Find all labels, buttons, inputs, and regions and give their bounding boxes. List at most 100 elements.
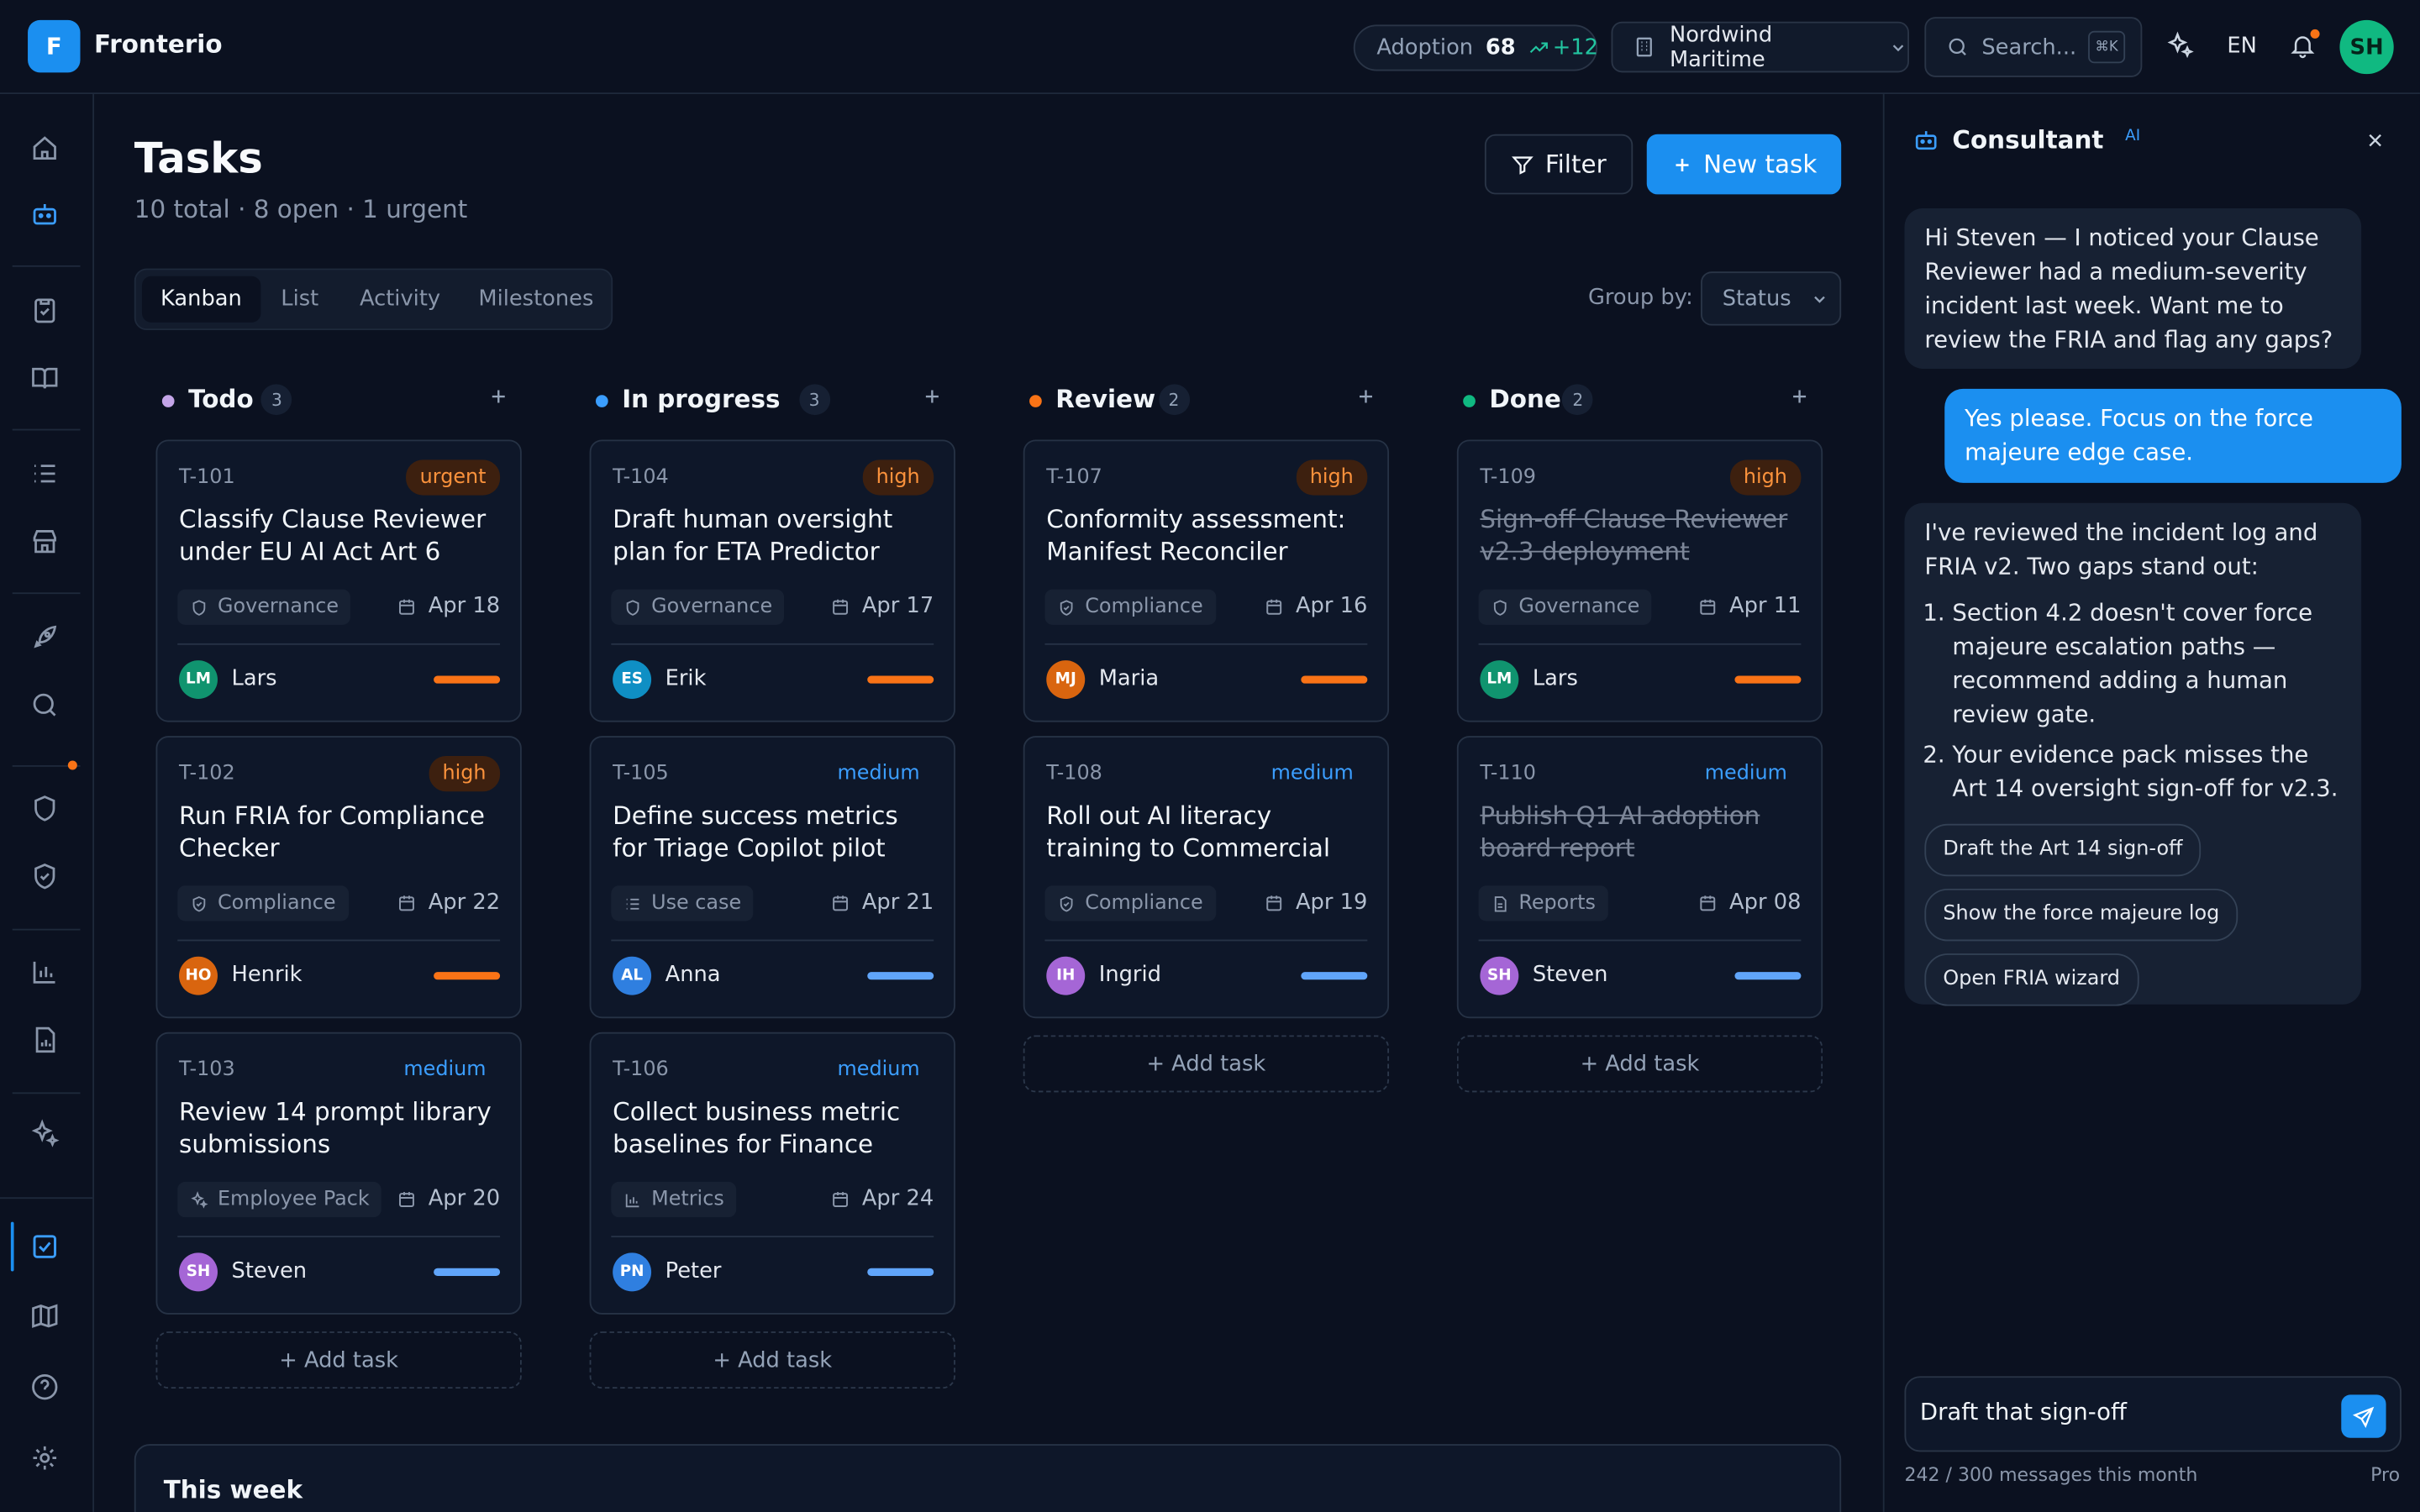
priority-bar <box>1301 675 1368 684</box>
column-header: In progress 3 <box>590 372 955 431</box>
consultant-header: Consultant AI <box>1885 94 2420 186</box>
search-shortcut: ⌘K <box>2088 30 2126 64</box>
owner-name: Steven <box>231 1258 308 1284</box>
task-tag-label: Metrics <box>651 1188 724 1211</box>
tab-milestones[interactable]: Milestones <box>478 270 593 328</box>
adoption-score-pill[interactable]: Adoption 68 +12 <box>1353 24 1598 71</box>
home-icon[interactable] <box>29 133 60 164</box>
avatar: LM <box>1480 660 1519 700</box>
new-task-label: New task <box>1703 150 1818 180</box>
list-icon[interactable] <box>29 458 60 489</box>
app-logo[interactable]: F <box>28 19 81 73</box>
language-switcher[interactable]: EN <box>2227 34 2256 58</box>
task-tag: Governance <box>177 589 351 625</box>
due-date-text: Apr 22 <box>428 890 501 916</box>
help-icon[interactable] <box>29 1372 60 1403</box>
sparkles-icon[interactable] <box>29 1119 60 1150</box>
add-icon[interactable] <box>1355 386 1377 407</box>
checkbox-icon[interactable] <box>29 1231 60 1263</box>
column-count: 2 <box>1562 384 1594 416</box>
suggestion-chip[interactable]: Draft the Art 14 sign-off <box>1924 823 2202 877</box>
file-report-icon[interactable] <box>29 1025 60 1056</box>
priority-bar <box>434 675 501 684</box>
task-card[interactable]: T-101 urgent Classify Clause Reviewer un… <box>155 439 522 722</box>
add-task-button[interactable]: + Add task <box>155 1331 522 1389</box>
chevron-down-icon <box>1893 44 1904 51</box>
task-id: T-105 <box>613 762 669 785</box>
suggestion-chip[interactable]: Open FRIA wizard <box>1924 953 2139 1006</box>
new-task-button[interactable]: New task <box>1646 134 1842 195</box>
adoption-delta: +12 <box>1528 35 1598 60</box>
this-week-section: This week <box>134 1444 1842 1512</box>
task-id: T-108 <box>1046 762 1102 785</box>
divider <box>1044 643 1368 645</box>
shield-check-icon[interactable] <box>29 861 60 892</box>
task-tag: Use case <box>611 885 754 921</box>
org-switcher[interactable]: Nordwind Maritime <box>1611 21 1909 73</box>
shield-icon[interactable] <box>29 793 60 824</box>
task-card[interactable]: T-110 medium Publish Q1 AI adoption boar… <box>1456 736 1823 1019</box>
add-icon[interactable] <box>487 386 509 407</box>
map-icon[interactable] <box>29 1300 60 1331</box>
global-search[interactable]: Search... ⌘K <box>1924 17 2143 77</box>
task-card[interactable]: T-107 high Conformity assessment: Manife… <box>1023 439 1390 722</box>
task-card[interactable]: T-102 high Run FRIA for Compliance Check… <box>155 736 522 1019</box>
task-tag: Compliance <box>177 885 349 921</box>
suggestion-chip[interactable]: Show the force majeure log <box>1924 888 2238 942</box>
divider <box>177 939 501 942</box>
task-title: Draft human oversight plan for ETA Predi… <box>613 504 893 567</box>
column-status-dot <box>1029 395 1042 407</box>
chat-input[interactable] <box>1919 1398 2322 1426</box>
consultant-panel: Consultant AI Hi Steven — I noticed your… <box>1882 94 2420 1512</box>
shield-icon <box>1493 599 1507 615</box>
task-tag-label: Use case <box>651 891 742 916</box>
list-icon <box>626 897 639 909</box>
task-card[interactable]: T-104 high Draft human oversight plan fo… <box>589 439 955 722</box>
due-date: Apr 19 <box>1263 890 1367 915</box>
task-tag-label: Reports <box>1518 891 1596 916</box>
rocket-icon[interactable] <box>29 622 60 653</box>
add-task-button[interactable]: + Add task <box>1456 1035 1823 1093</box>
priority-bar <box>867 1268 934 1276</box>
group-by-select[interactable]: Status <box>1701 271 1842 326</box>
user-avatar[interactable]: SH <box>2339 19 2394 75</box>
column-title: Todo <box>188 384 254 414</box>
task-card[interactable]: T-108 medium Roll out AI literacy traini… <box>1023 736 1390 1019</box>
add-task-button[interactable]: + Add task <box>589 1331 955 1389</box>
due-date: Apr 17 <box>829 594 934 619</box>
task-card[interactable]: T-105 medium Define success metrics for … <box>589 736 955 1019</box>
clipboard-icon[interactable] <box>29 295 60 326</box>
owner-name: Lars <box>231 666 277 691</box>
sparkles-icon[interactable] <box>2165 31 2195 60</box>
gear-icon[interactable] <box>29 1442 60 1473</box>
task-title: Define success metrics for Triage Copilo… <box>613 801 898 863</box>
adoption-label: Adoption <box>1376 35 1474 60</box>
priority-badge: high <box>1296 459 1368 496</box>
add-task-button[interactable]: + Add task <box>1023 1035 1390 1093</box>
add-icon[interactable] <box>1789 386 1811 407</box>
column-status-dot <box>1463 395 1476 407</box>
due-date-text: Apr 19 <box>1295 890 1368 916</box>
search-icon[interactable] <box>29 690 60 721</box>
tab-activity[interactable]: Activity <box>360 270 440 328</box>
close-icon[interactable] <box>2365 129 2386 151</box>
filter-button[interactable]: Filter <box>1484 134 1634 195</box>
due-date: Apr 08 <box>1697 890 1801 915</box>
store-icon[interactable] <box>29 526 60 557</box>
bar-chart-icon[interactable] <box>29 957 60 988</box>
task-card[interactable]: T-109 high Sign-off Clause Reviewer v2.3… <box>1456 439 1823 722</box>
send-button[interactable] <box>2341 1394 2386 1438</box>
tab-list[interactable]: List <box>281 270 318 328</box>
task-id: T-107 <box>1046 465 1102 490</box>
add-icon[interactable] <box>922 386 944 407</box>
task-card[interactable]: T-103 medium Review 14 prompt library su… <box>155 1032 522 1315</box>
column-header: Review 2 <box>1023 372 1389 431</box>
avatar: HO <box>179 956 218 995</box>
tab-kanban[interactable]: Kanban <box>141 276 260 323</box>
due-date-text: Apr 18 <box>428 594 501 619</box>
ai-badge: AI <box>2125 128 2141 145</box>
owner-name: Anna <box>665 963 721 988</box>
bot-icon[interactable] <box>29 199 60 230</box>
task-card[interactable]: T-106 medium Collect business metric bas… <box>589 1032 955 1315</box>
book-icon[interactable] <box>29 363 60 394</box>
